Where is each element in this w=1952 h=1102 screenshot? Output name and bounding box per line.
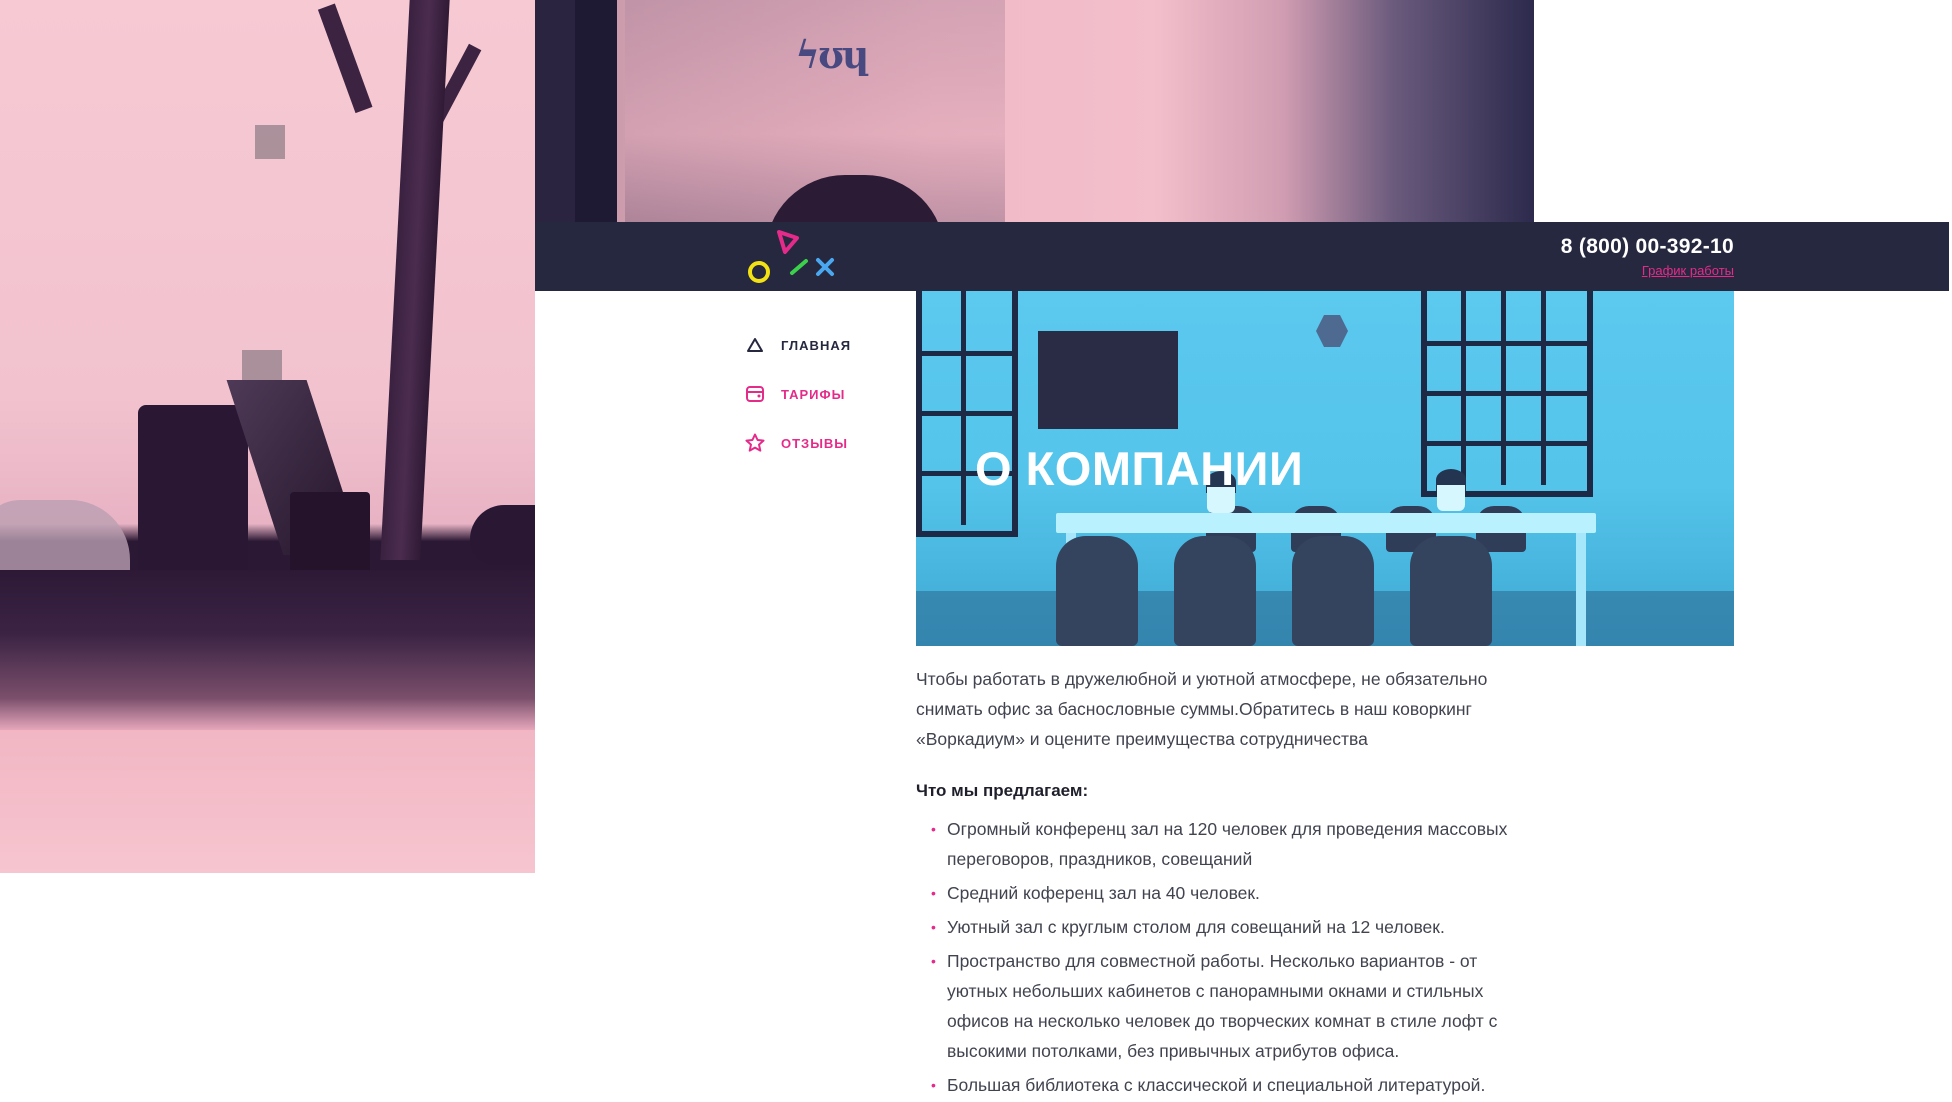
bg-hand <box>470 505 535 565</box>
hero-window-bar <box>1541 291 1546 485</box>
background-photo-top: ϟʊɥ <box>535 0 1534 224</box>
list-item: • Пространство для совместной работы. Не… <box>916 946 1536 1066</box>
bg-tree-trunk <box>380 0 450 560</box>
background-photo-workspace <box>0 0 535 873</box>
list-item: • Огромный конференц зал на 120 человек … <box>916 814 1536 874</box>
article-content: Чтобы работать в дружелюбной и уютной ат… <box>916 664 1536 1102</box>
nav-item-label: ГЛАВНАЯ <box>781 337 852 353</box>
bg-desk <box>0 570 535 730</box>
hero-window-bar <box>1421 441 1591 446</box>
hero-window-bar <box>1421 391 1591 396</box>
logo-triangle-icon <box>777 230 799 254</box>
schedule-link[interactable]: График работы <box>1642 263 1734 278</box>
offers-heading: Что мы предлагаем: <box>916 781 1089 800</box>
bullet-icon: • <box>931 953 936 969</box>
offers-list: • Огромный конференц зал на 120 человек … <box>916 814 1536 1100</box>
intro-line: «Воркадиум» и оцените преимущества сотру… <box>916 729 1368 749</box>
bullet-icon: • <box>931 919 936 935</box>
logo-line-icon <box>790 259 808 275</box>
hero-window-bar <box>916 351 1012 356</box>
hero-table <box>1056 513 1596 533</box>
nav-item-reviews[interactable]: ОТЗЫВЫ <box>745 430 851 456</box>
list-item-line: Большая библиотека с классической и спец… <box>947 1075 1486 1095</box>
list-item-line: переговоров, праздников, совещаний <box>947 849 1253 869</box>
nav-item-label: ОТЗЫВЫ <box>781 435 849 451</box>
bullet-icon: • <box>931 1077 936 1093</box>
page: ϟʊɥ 8 (800) 00-392-10 График работы ГЛАВ… <box>0 0 1952 1102</box>
sidebar-nav: ГЛАВНАЯ ТАРИФЫ ОТЗЫВЫ <box>745 332 851 479</box>
hero-chair <box>1056 536 1138 646</box>
list-item: • Большая библиотека с классической и сп… <box>916 1070 1536 1100</box>
hero-chair <box>1410 536 1492 646</box>
list-item-line: офисов на несколько человек до творчески… <box>947 1011 1498 1031</box>
hero-plant-pot <box>1437 485 1465 511</box>
hero-window-bar <box>916 411 1012 416</box>
hero-hexagon <box>1316 315 1348 347</box>
bg-window-shape <box>255 125 285 159</box>
hero-table-leg <box>1576 533 1586 646</box>
list-item: • Уютный зал с круглым столом для совеща… <box>916 912 1536 942</box>
list-item-line: высокими потолками, без привычных атрибу… <box>947 1041 1400 1061</box>
intro-line: снимать офис за баснословные суммы.Обрат… <box>916 699 1472 719</box>
hero-tv <box>1038 331 1178 429</box>
hero-chair <box>1292 536 1374 646</box>
list-item-line: Средний коференц зал на 40 человек. <box>947 883 1260 903</box>
hero-window-bar <box>1501 291 1506 485</box>
hero-window-bar <box>961 291 966 525</box>
list-item-line: уютных небольших кабинетов с панорамными… <box>947 981 1484 1001</box>
hero-window-bar <box>1421 341 1591 346</box>
header-phone[interactable]: 8 (800) 00-392-10 <box>1561 235 1734 259</box>
bg-car-shape <box>0 500 130 570</box>
nav-item-home[interactable]: ГЛАВНАЯ <box>745 332 851 358</box>
hero-window-bar <box>1461 291 1466 485</box>
wallet-icon <box>745 384 765 404</box>
nav-item-tariffs[interactable]: ТАРИФЫ <box>745 381 851 407</box>
site-logo[interactable] <box>745 228 845 288</box>
bg-sign-text: ϟʊɥ <box>795 32 870 77</box>
hero-chair <box>1174 536 1256 646</box>
list-item-line: Огромный конференц зал на 120 человек дл… <box>947 819 1508 839</box>
nav-item-label: ТАРИФЫ <box>781 386 846 402</box>
bg-speaker <box>138 405 248 580</box>
triangle-icon <box>745 335 765 355</box>
bg-window-frame <box>575 0 617 224</box>
bullet-icon: • <box>931 885 936 901</box>
intro-paragraph: Чтобы работать в дружелюбной и уютной ат… <box>916 664 1536 754</box>
logo-circle-icon <box>748 261 770 283</box>
list-item-line: Уютный зал с круглым столом для совещани… <box>947 917 1445 937</box>
list-item-line: Пространство для совместной работы. Неск… <box>947 951 1478 971</box>
bullet-icon: • <box>931 821 936 837</box>
intro-line: Чтобы работать в дружелюбной и уютной ат… <box>916 669 1488 689</box>
list-item: • Средний коференц зал на 40 человек. <box>916 878 1536 908</box>
star-icon <box>745 433 765 453</box>
page-title: О КОМПАНИИ <box>975 442 1304 495</box>
bg-tree-branch <box>317 3 373 114</box>
